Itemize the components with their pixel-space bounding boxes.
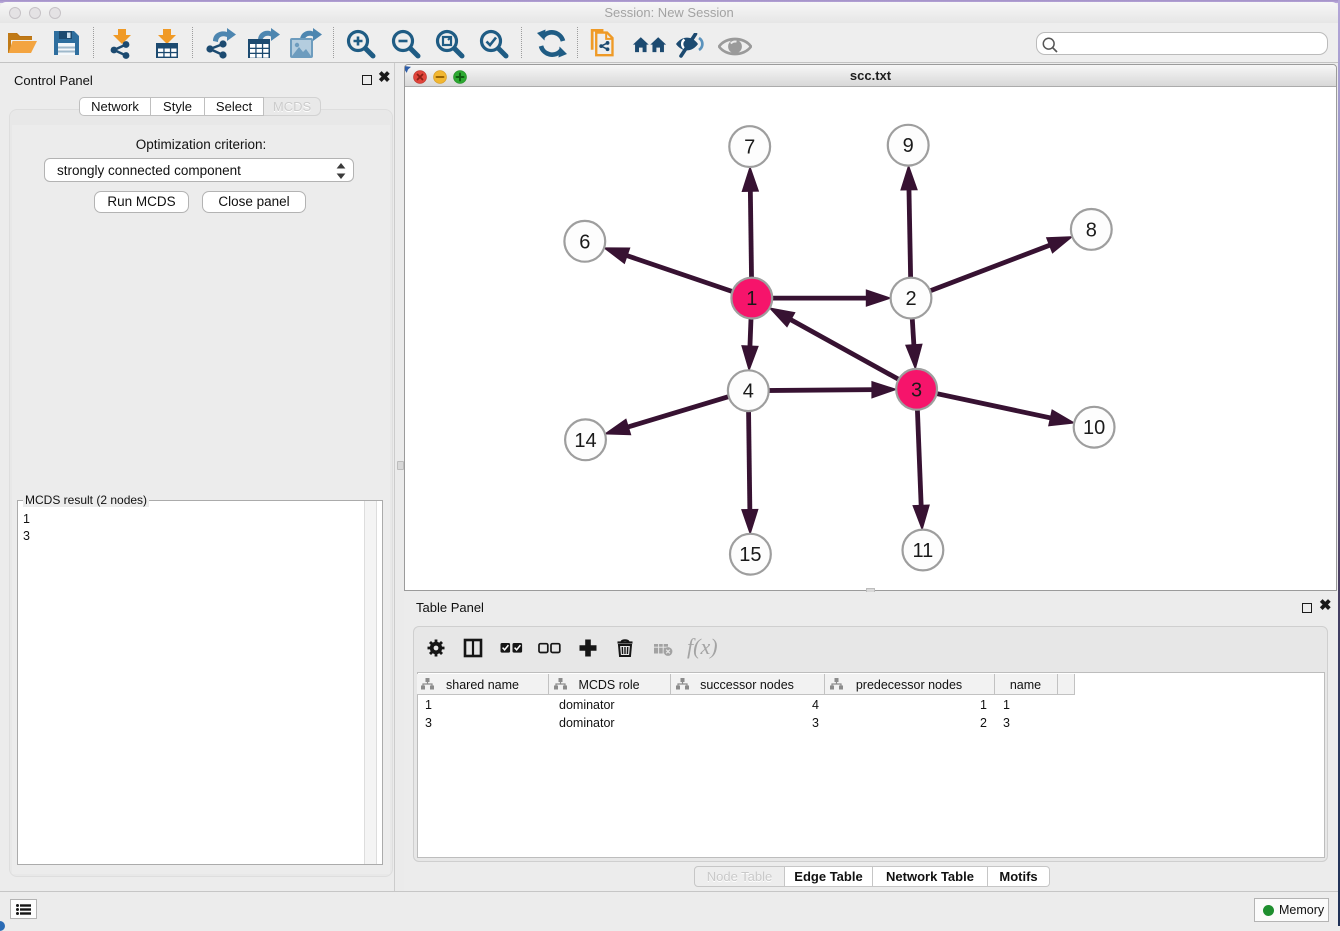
svg-text:15: 15 <box>739 544 761 566</box>
svg-text:14: 14 <box>574 430 596 452</box>
svg-text:4: 4 <box>743 381 754 403</box>
svg-text:2: 2 <box>905 288 916 310</box>
svg-text:6: 6 <box>579 231 590 253</box>
svg-text:3: 3 <box>911 379 922 401</box>
svg-text:10: 10 <box>1083 417 1105 439</box>
svg-text:11: 11 <box>913 540 934 562</box>
svg-text:1: 1 <box>746 288 757 310</box>
svg-text:8: 8 <box>1086 219 1097 241</box>
svg-text:7: 7 <box>744 137 755 159</box>
svg-text:9: 9 <box>903 135 914 157</box>
